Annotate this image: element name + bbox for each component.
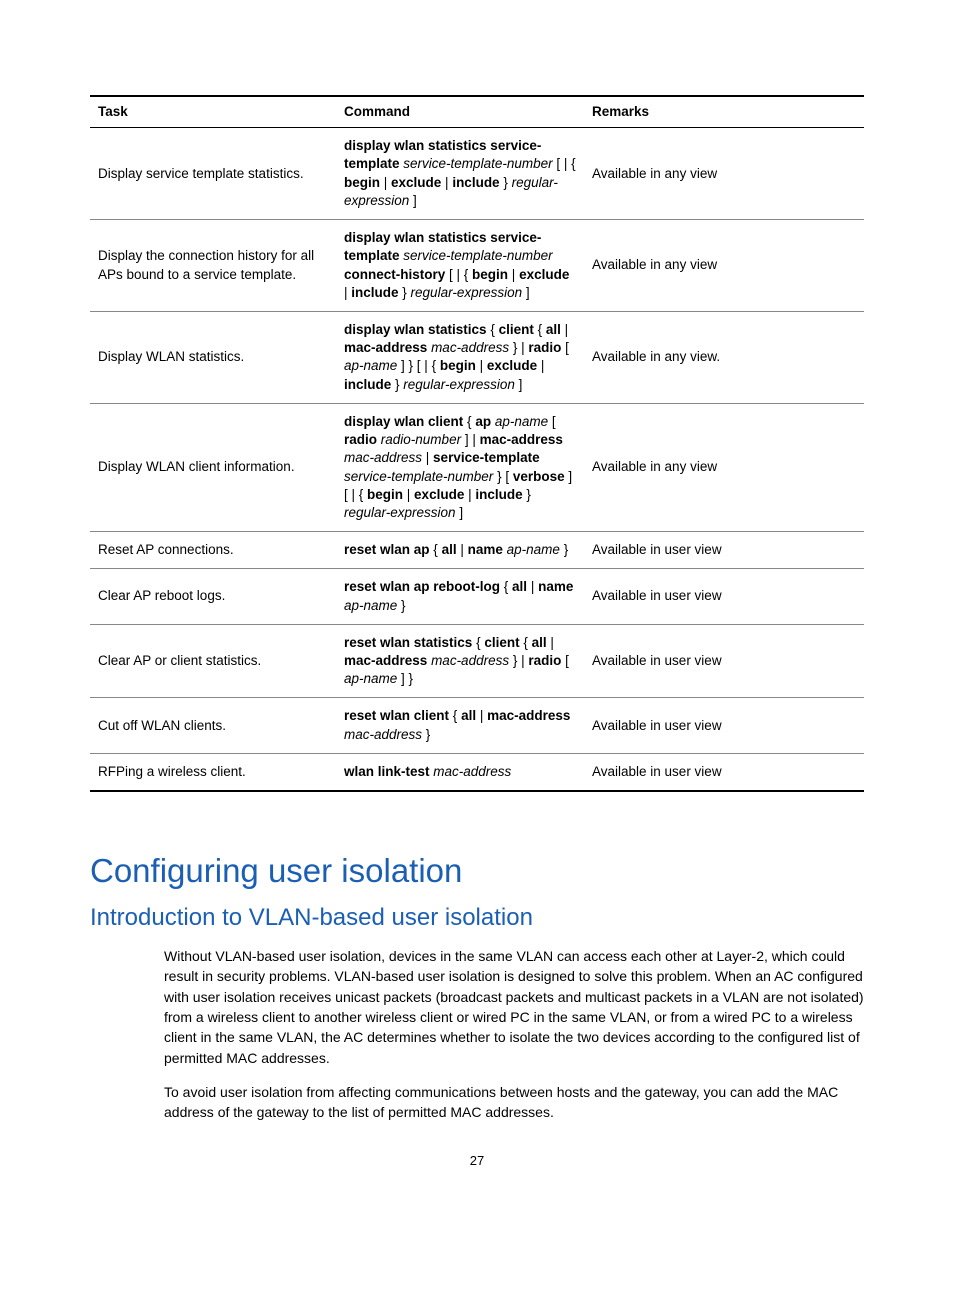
cell-remarks: Available in any view.	[584, 311, 864, 403]
cell-remarks: Available in user view	[584, 569, 864, 624]
table-header-row: Task Command Remarks	[90, 96, 864, 128]
cell-remarks: Available in any view	[584, 403, 864, 531]
header-command: Command	[336, 96, 584, 128]
page: Task Command Remarks Display service tem…	[0, 0, 954, 1218]
header-remarks: Remarks	[584, 96, 864, 128]
cell-task: Display the connection history for all A…	[90, 220, 336, 312]
cell-task: Display WLAN statistics.	[90, 311, 336, 403]
cell-remarks: Available in user view	[584, 698, 864, 753]
cell-command: wlan link-test mac-address	[336, 753, 584, 791]
table-row: Clear AP reboot logs.reset wlan ap reboo…	[90, 569, 864, 624]
cell-command: reset wlan ap { all | name ap-name }	[336, 532, 584, 569]
cell-remarks: Available in user view	[584, 753, 864, 791]
table-row: Reset AP connections.reset wlan ap { all…	[90, 532, 864, 569]
cell-command: display wlan statistics service-template…	[336, 220, 584, 312]
cell-remarks: Available in any view	[584, 220, 864, 312]
command-table: Task Command Remarks Display service tem…	[90, 95, 864, 792]
cell-task: RFPing a wireless client.	[90, 753, 336, 791]
body-text: Without VLAN-based user isolation, devic…	[164, 946, 864, 1122]
cell-command: display wlan client { ap ap-name [ radio…	[336, 403, 584, 531]
subsection-heading: Introduction to VLAN-based user isolatio…	[90, 904, 864, 932]
table-row: Display the connection history for all A…	[90, 220, 864, 312]
table-row: Display WLAN client information.display …	[90, 403, 864, 531]
cell-task: Cut off WLAN clients.	[90, 698, 336, 753]
cell-command: reset wlan ap reboot-log { all | name ap…	[336, 569, 584, 624]
paragraph: To avoid user isolation from affecting c…	[164, 1082, 864, 1123]
cell-command: display wlan statistics service-template…	[336, 128, 584, 220]
paragraph: Without VLAN-based user isolation, devic…	[164, 946, 864, 1068]
cell-command: reset wlan statistics { client { all | m…	[336, 624, 584, 698]
cell-command: reset wlan client { all | mac-address ma…	[336, 698, 584, 753]
cell-task: Clear AP reboot logs.	[90, 569, 336, 624]
header-task: Task	[90, 96, 336, 128]
page-number: 27	[90, 1153, 864, 1168]
cell-task: Clear AP or client statistics.	[90, 624, 336, 698]
cell-remarks: Available in any view	[584, 128, 864, 220]
cell-task: Display service template statistics.	[90, 128, 336, 220]
cell-task: Reset AP connections.	[90, 532, 336, 569]
cell-task: Display WLAN client information.	[90, 403, 336, 531]
table-row: Display WLAN statistics.display wlan sta…	[90, 311, 864, 403]
table-row: Clear AP or client statistics.reset wlan…	[90, 624, 864, 698]
cell-command: display wlan statistics { client { all |…	[336, 311, 584, 403]
cell-remarks: Available in user view	[584, 624, 864, 698]
section-heading: Configuring user isolation	[90, 852, 864, 890]
table-row: Cut off WLAN clients.reset wlan client {…	[90, 698, 864, 753]
cell-remarks: Available in user view	[584, 532, 864, 569]
table-row: Display service template statistics.disp…	[90, 128, 864, 220]
table-row: RFPing a wireless client.wlan link-test …	[90, 753, 864, 791]
